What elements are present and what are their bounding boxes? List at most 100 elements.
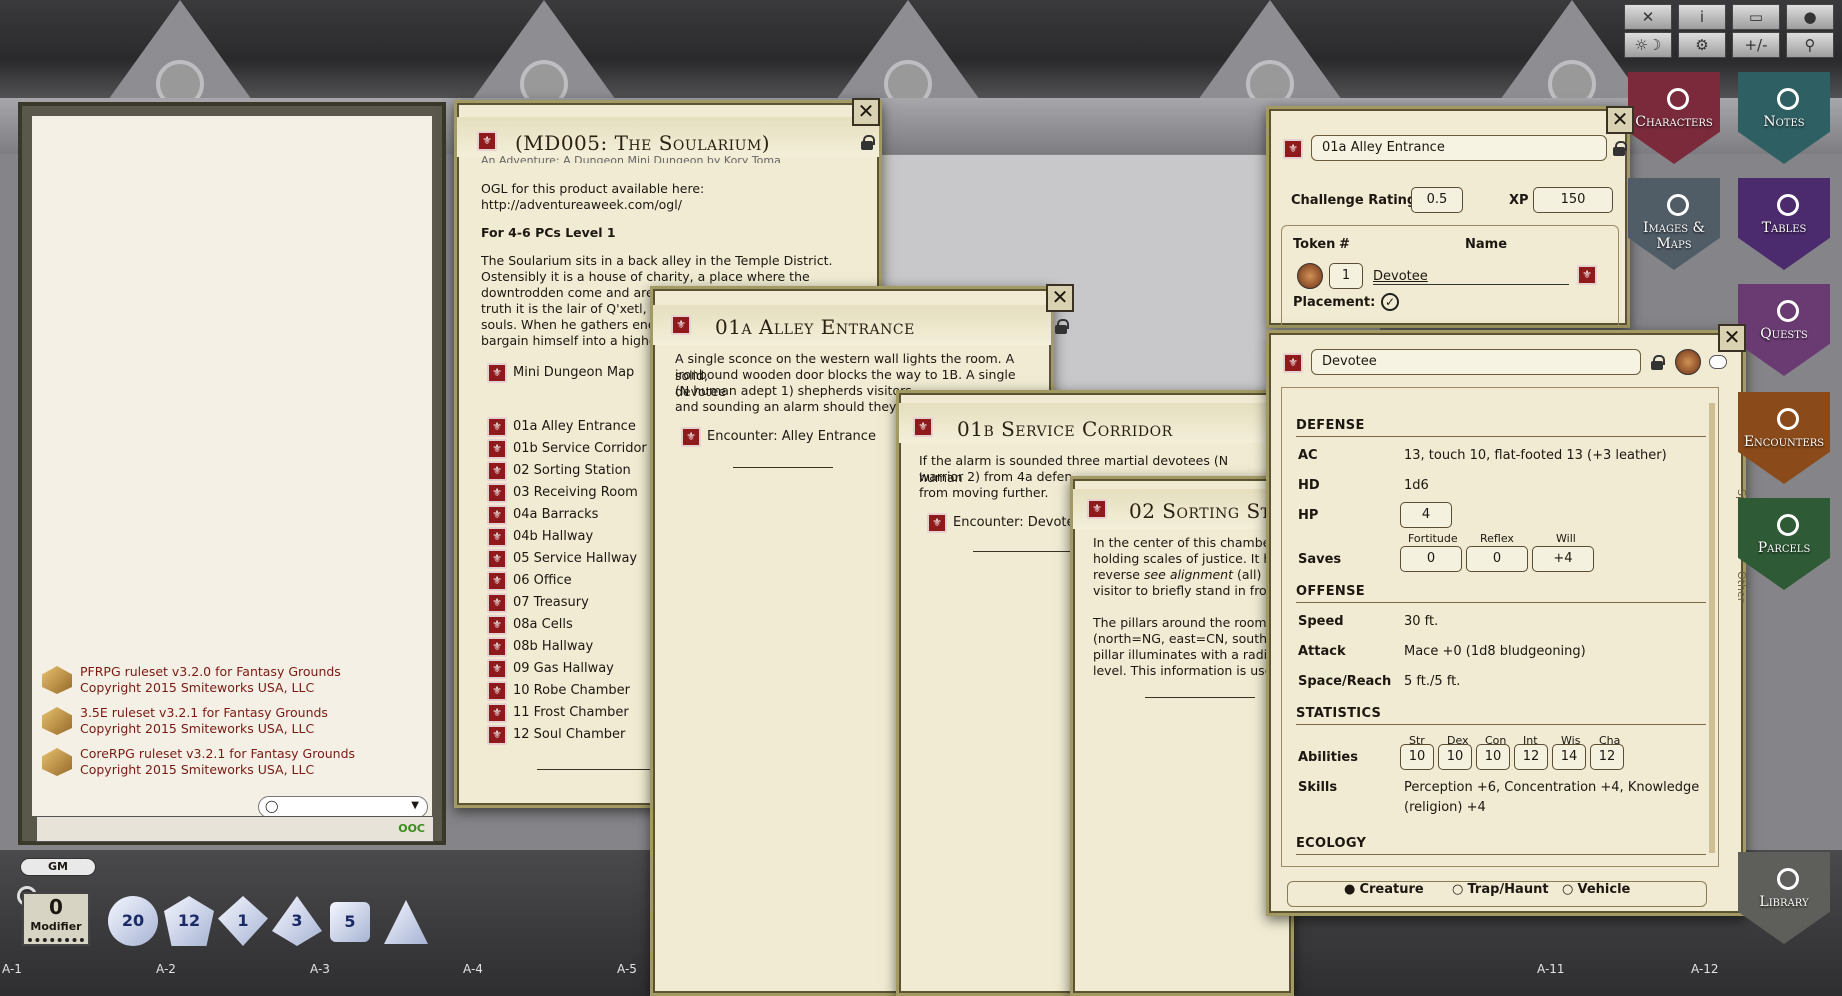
encounter-name-field[interactable]: 01a Alley Entrance — [1311, 135, 1607, 161]
room-link-icon: ⚜ — [487, 439, 507, 459]
type-trap-radio[interactable]: ○ Trap/Haunt — [1452, 882, 1549, 897]
sorting-book-icon[interactable]: ⚜ — [1087, 499, 1107, 519]
alley-book-icon[interactable]: ⚜ — [671, 315, 691, 335]
toolbar-button[interactable]: ⚙ — [1678, 32, 1726, 58]
ac-label: AC — [1298, 448, 1318, 463]
npc-book-icon[interactable]: ⚜ — [1283, 353, 1303, 373]
lock-icon[interactable] — [1651, 355, 1665, 370]
toolbar-button[interactable]: ▭ — [1732, 4, 1780, 30]
fortitude-label: Fortitude — [1408, 532, 1458, 545]
story-divider — [537, 769, 667, 770]
npc-name-field[interactable]: Devotee — [1311, 349, 1641, 375]
token-icon[interactable] — [1297, 263, 1323, 289]
ability-score[interactable]: 10 — [1400, 744, 1434, 770]
fortitude-value[interactable]: 0 — [1400, 546, 1462, 572]
speech-bubble-icon: ◯ — [265, 799, 279, 813]
room-link-label: 04b Hallway — [513, 529, 594, 544]
lock-icon[interactable] — [1613, 141, 1627, 156]
npc-link-icon[interactable]: ⚜ — [1577, 265, 1597, 285]
chat-message-line: Copyright 2015 Smiteworks USA, LLC — [80, 762, 315, 777]
name-column-label: Name — [1465, 237, 1508, 252]
encounter-book-icon[interactable]: ⚜ — [1283, 139, 1303, 159]
alley-line: and sounding an alarm should they tr — [675, 399, 911, 414]
toolbar-button[interactable]: i — [1678, 4, 1726, 30]
room-link-label: 09 Gas Hallway — [513, 661, 614, 676]
toolbar-button[interactable]: ⚲ — [1786, 32, 1834, 58]
npc-count[interactable]: 1 — [1329, 263, 1363, 289]
chat-message-line: PFRPG ruleset v3.2.0 for Fantasy Grounds — [80, 664, 341, 679]
close-icon[interactable]: ✕ — [1606, 106, 1634, 134]
ruleset-icon — [42, 707, 72, 735]
skills-label: Skills — [1298, 780, 1338, 795]
type-creature-radio[interactable]: ● Creature — [1344, 882, 1424, 897]
ruleset-icon — [42, 666, 72, 694]
toolbar-button[interactable]: ● — [1786, 4, 1834, 30]
ac-value[interactable]: 13, touch 10, flat-footed 13 (+3 leather… — [1404, 448, 1667, 463]
speech-bubble-icon[interactable] — [1709, 355, 1727, 369]
npc-scrollbar[interactable] — [1709, 403, 1715, 853]
speed-value[interactable]: 30 ft. — [1404, 614, 1438, 629]
hp-value[interactable]: 4 — [1400, 502, 1452, 528]
chat-input[interactable]: OOC — [36, 816, 434, 842]
ooc-toggle[interactable]: OOC — [398, 822, 425, 835]
story-paragraph-line: downtrodden come and are — [481, 285, 654, 300]
grid-label: A-1 — [2, 962, 22, 976]
space-value[interactable]: 5 ft./5 ft. — [1404, 674, 1460, 689]
hd-value[interactable]: 1d6 — [1404, 478, 1429, 493]
close-icon[interactable]: ✕ — [1046, 284, 1074, 312]
toolbar-button[interactable]: ✕ — [1624, 4, 1672, 30]
will-value[interactable]: +4 — [1532, 546, 1594, 572]
ability-score[interactable]: 12 — [1514, 744, 1548, 770]
modifier-box[interactable]: 0 Modifier — [22, 892, 90, 946]
cr-label: Challenge Rating — [1291, 193, 1417, 208]
story-level: For 4-6 PCs Level 1 — [481, 225, 616, 240]
ecology-heading: ECOLOGY — [1296, 836, 1367, 851]
sorting-line-part: reverse — [1093, 567, 1140, 582]
chat-mode-dropdown[interactable]: ◯ ▼ — [258, 796, 428, 818]
xp-value[interactable]: 150 — [1533, 187, 1613, 213]
room-link-label: 02 Sorting Station — [513, 463, 631, 478]
d20-die[interactable]: 20 — [108, 896, 158, 946]
cr-value[interactable]: 0.5 — [1411, 187, 1463, 213]
lock-icon[interactable] — [861, 135, 875, 150]
chat-message-line: Copyright 2015 Smiteworks USA, LLC — [80, 721, 315, 736]
skills-value[interactable]: Perception +6, Concentration +4, Knowled… — [1404, 780, 1699, 795]
story-book-icon[interactable]: ⚜ — [477, 131, 497, 151]
npc-name-link[interactable]: Devotee — [1373, 269, 1569, 285]
type-trap-label: Trap/Haunt — [1467, 882, 1549, 897]
attack-value[interactable]: Mace +0 (1d8 bludgeoning) — [1404, 644, 1586, 659]
corridor-book-icon[interactable]: ⚜ — [913, 417, 933, 437]
chevron-down-icon: ▼ — [411, 800, 419, 811]
room-link-icon: ⚜ — [487, 593, 507, 613]
ability-score[interactable]: 14 — [1552, 744, 1586, 770]
lock-icon[interactable] — [1055, 319, 1069, 334]
encounter-link-label: Encounter: Devote — [953, 515, 1075, 530]
story-ogl-url[interactable]: http://adventureaweek.com/ogl/ — [481, 197, 682, 214]
type-vehicle-label: Vehicle — [1577, 882, 1631, 897]
close-icon[interactable]: ✕ — [1718, 324, 1746, 352]
alley-line: (N human adept 1) shepherds visitors — [675, 383, 912, 398]
story-cut-text: An Adventure: A Dungeon Mini Dungeon by … — [481, 154, 781, 163]
close-icon[interactable]: ✕ — [852, 98, 880, 126]
room-link-label: 08b Hallway — [513, 639, 594, 654]
reflex-value[interactable]: 0 — [1466, 546, 1528, 572]
d6-die[interactable]: 5 — [330, 902, 370, 942]
alley-title: 01a Alley Entrance — [715, 315, 915, 339]
toolbar-button[interactable]: ☼☽ — [1624, 32, 1672, 58]
type-vehicle-radio[interactable]: ○ Vehicle — [1562, 882, 1630, 897]
sorting-line: holding scales of justice. It ha — [1093, 551, 1279, 566]
gm-identity-tag[interactable]: GM — [20, 858, 96, 876]
type-creature-label: Creature — [1359, 882, 1424, 897]
room-link-label: 07 Treasury — [513, 595, 589, 610]
ability-score[interactable]: 12 — [1590, 744, 1624, 770]
grid-label: A-4 — [463, 962, 483, 976]
toolbar-button[interactable]: +/- — [1732, 32, 1780, 58]
skills-value-cont[interactable]: (religion) +4 — [1404, 800, 1486, 815]
room-link-icon: ⚜ — [487, 703, 507, 723]
placement-check-icon[interactable]: ✓ — [1381, 293, 1399, 311]
encounter-link-label: Encounter: Alley Entrance — [707, 429, 876, 444]
ability-score[interactable]: 10 — [1476, 744, 1510, 770]
ability-score[interactable]: 10 — [1438, 744, 1472, 770]
modifier-label: Modifier — [30, 920, 82, 933]
npc-token-icon[interactable] — [1675, 349, 1701, 375]
